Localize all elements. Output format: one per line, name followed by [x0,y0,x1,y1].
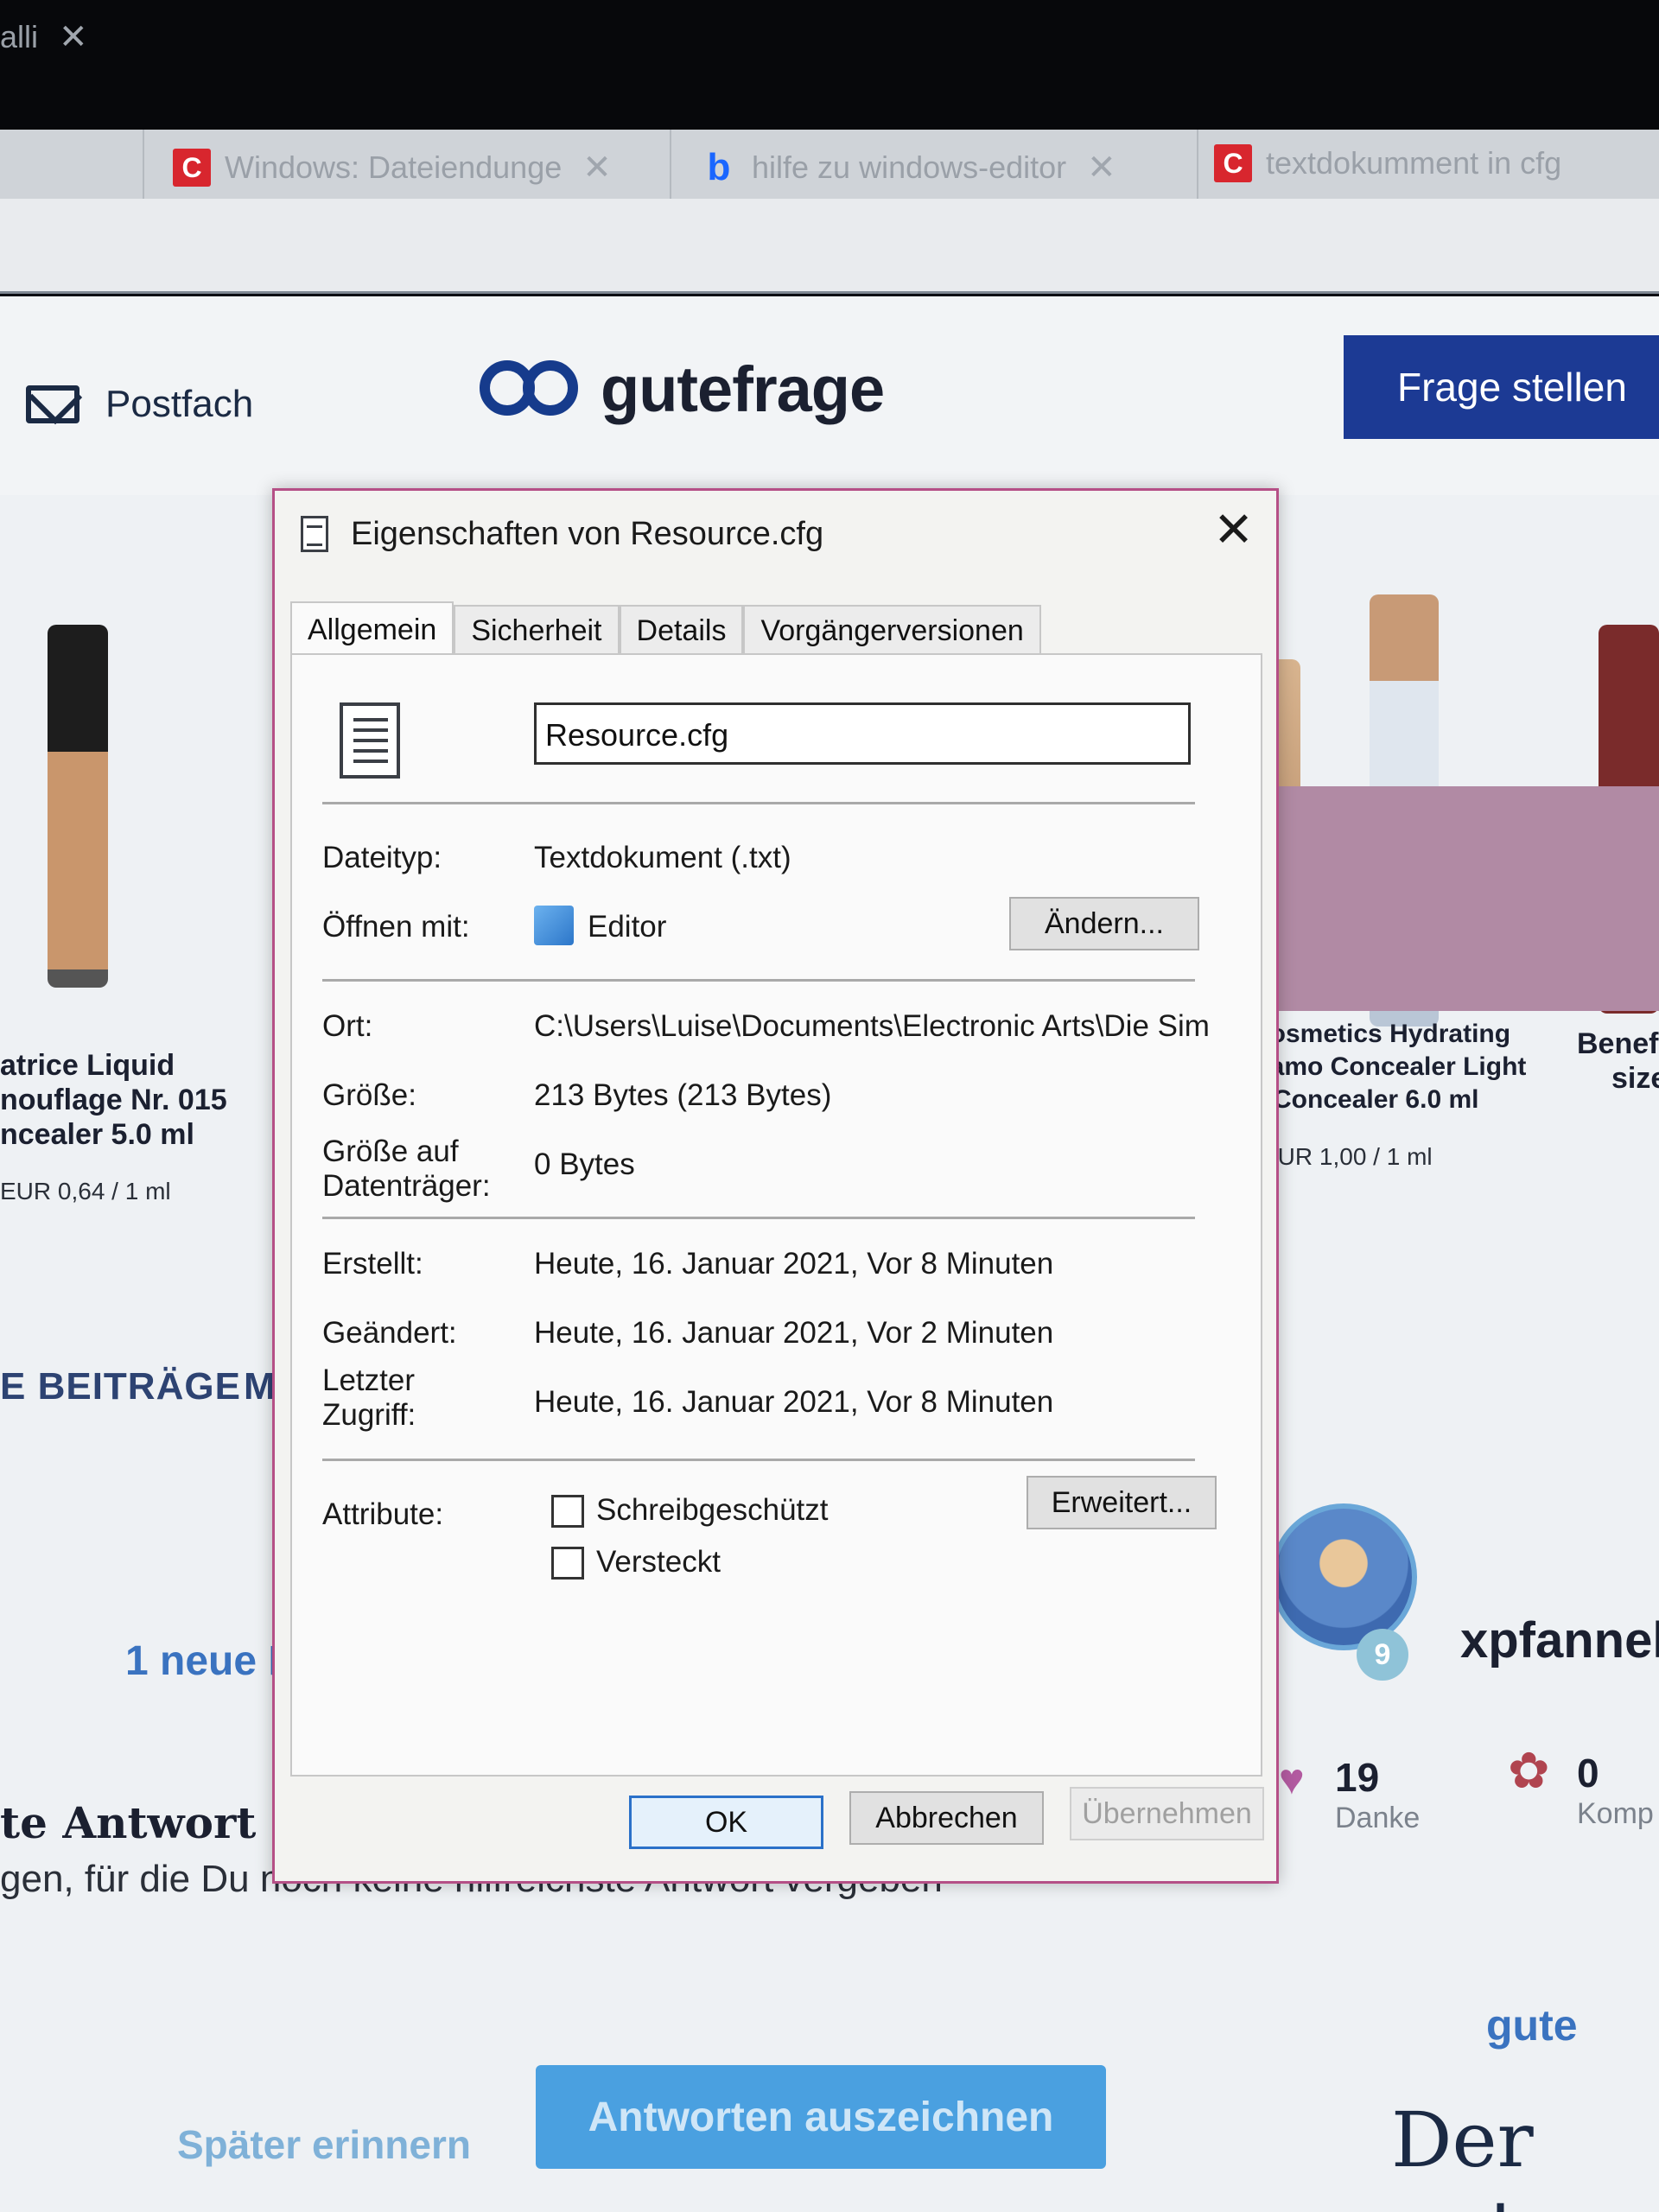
tab-label: alli [0,19,39,54]
divider [322,979,1195,982]
tab-divider [670,130,671,199]
groesse-dt-label: Größe auf Datenträger: [322,1135,491,1203]
erstellt-label: Erstellt: [322,1247,423,1281]
browser-tab[interactable]: b hilfe zu windows-editor ✕ [700,143,1184,193]
tab-sicherheit[interactable]: Sicherheit [454,605,620,655]
mail-icon [26,385,79,423]
tab-label: hilfe zu windows-editor [752,149,1067,185]
section-heading: Der gut [1391,2095,1534,2212]
tab-divider [1197,130,1198,199]
danke-label: Danke [1335,1802,1421,1834]
filename-input[interactable]: Resource.cfg [534,702,1191,765]
geaendert-label: Geändert: [322,1316,457,1350]
komp-count: 0 [1577,1751,1599,1796]
erstellt-value: Heute, 16. Januar 2021, Vor 8 Minuten [534,1247,1054,1281]
hidden-label[interactable]: Versteckt [596,1545,721,1580]
dateityp-label: Dateityp: [322,841,442,874]
new-questions-link[interactable]: 1 neue F [125,1637,294,1685]
dateityp-value: Textdokument (.txt) [534,841,791,874]
tab-beitraege[interactable]: E BEITRÄGE [0,1365,241,1408]
tab-label: textdokumment in cfg [1266,145,1562,181]
avatar[interactable] [1270,1503,1417,1650]
postfach-label: Postfach [105,383,254,425]
advanced-button[interactable]: Erweitert... [1027,1476,1217,1529]
apply-button[interactable]: Übernehmen [1070,1787,1264,1840]
groesse-label: Größe: [322,1078,416,1112]
ort-label: Ort: [322,1009,373,1043]
gutefrage-small-logo: gute [1486,2001,1578,2050]
site-header: Postfach gutefrage Frage stellen [0,296,1659,495]
komp-label: Komp [1577,1797,1654,1830]
properties-dialog: Eigenschaften von Resource.cfg ✕ Allgeme… [272,488,1279,1884]
product-image[interactable] [48,625,108,988]
readonly-label[interactable]: Schreibgeschützt [596,1493,828,1528]
browser-tab[interactable]: alli ✕ [0,12,130,62]
notepad-icon [534,906,574,945]
level-badge: 9 [1357,1629,1408,1681]
favicon-icon: C [1214,144,1252,182]
screen-bezel [0,0,1659,130]
divider [322,802,1195,804]
groesse-value: 213 Bytes (213 Bytes) [534,1078,832,1112]
danke-count: 19 [1335,1755,1380,1800]
heart-icon: ♥ [1279,1755,1305,1803]
logo-text: gutefrage [601,353,885,425]
dialog-title: Eigenschaften von Resource.cfg [351,515,824,552]
tab-vorgaengerversionen[interactable]: Vorgängerversionen [743,605,1041,655]
zugriff-value: Heute, 16. Januar 2021, Vor 8 Minuten [534,1385,1054,1419]
ok-button[interactable]: OK [629,1796,823,1849]
profile-banner [1244,786,1659,1011]
close-icon[interactable]: ✕ [1213,501,1254,558]
ort-value[interactable]: C:\Users\Luise\Documents\Electronic Arts… [534,1009,1208,1044]
geaendert-value: Heute, 16. Januar 2021, Vor 2 Minuten [534,1316,1054,1350]
product-price: EUR 0,64 / 1 ml [0,1178,171,1205]
address-bar-area [0,199,1659,294]
product-price: EUR 1,00 / 1 ml [1262,1143,1433,1170]
browser-tab[interactable]: C Windows: Dateiendunge ✕ [173,143,657,193]
divider [322,1217,1195,1219]
tab-details[interactable]: Details [619,605,744,655]
product-name[interactable]: Cosmetics Hydrating Camo Concealer Light… [1251,1018,1526,1116]
attribute-label: Attribute: [322,1497,444,1531]
product-name[interactable]: atrice Liquid nouflage Nr. 015 ncealer 5… [0,1048,227,1152]
oeffnen-label: Öffnen mit: [322,910,470,944]
divider [322,1459,1195,1461]
close-icon[interactable]: ✕ [582,148,612,188]
ask-question-button[interactable]: Frage stellen [1344,335,1659,439]
site-logo[interactable]: gutefrage [480,353,885,426]
tab-label: Windows: Dateiendunge [225,149,563,185]
hidden-checkbox[interactable] [551,1547,584,1580]
document-icon [301,516,328,552]
cancel-button[interactable]: Abbrechen [849,1791,1044,1845]
flower-icon: ✿ [1508,1743,1550,1799]
favicon-icon: C [173,149,211,187]
change-button[interactable]: Ändern... [1009,897,1199,950]
close-icon[interactable]: ✕ [1087,148,1116,188]
username[interactable]: xpfannel [1460,1611,1659,1669]
dialog-title-bar[interactable]: Eigenschaften von Resource.cfg [275,491,1276,577]
bing-icon: b [707,146,731,188]
groesse-dt-value: 0 Bytes [534,1147,635,1181]
zugriff-label: Letzter Zugriff: [322,1363,416,1432]
postfach-link[interactable]: Postfach [26,383,253,426]
general-panel: Resource.cfg Dateityp: Textdokument (.tx… [290,653,1262,1777]
mark-answers-button[interactable]: Antworten auszeichnen [536,2065,1106,2169]
best-answer-heading: te Antwort [0,1797,257,1848]
readonly-checkbox[interactable] [551,1495,584,1528]
tab-allgemein[interactable]: Allgemein [290,601,454,657]
oeffnen-value: Editor [588,910,667,944]
remind-later-link[interactable]: Später erinnern [177,2121,471,2168]
tab-divider [143,130,144,199]
dialog-tabs: Allgemein Sicherheit Details Vorgängerve… [290,601,1041,657]
text-file-icon [340,702,400,779]
product-name[interactable]: Benef size [1577,1027,1659,1096]
gutefrage-logo-icon [480,355,582,424]
browser-tab[interactable]: C textdokumment in cfg [1214,138,1659,188]
close-icon[interactable]: ✕ [59,17,88,57]
